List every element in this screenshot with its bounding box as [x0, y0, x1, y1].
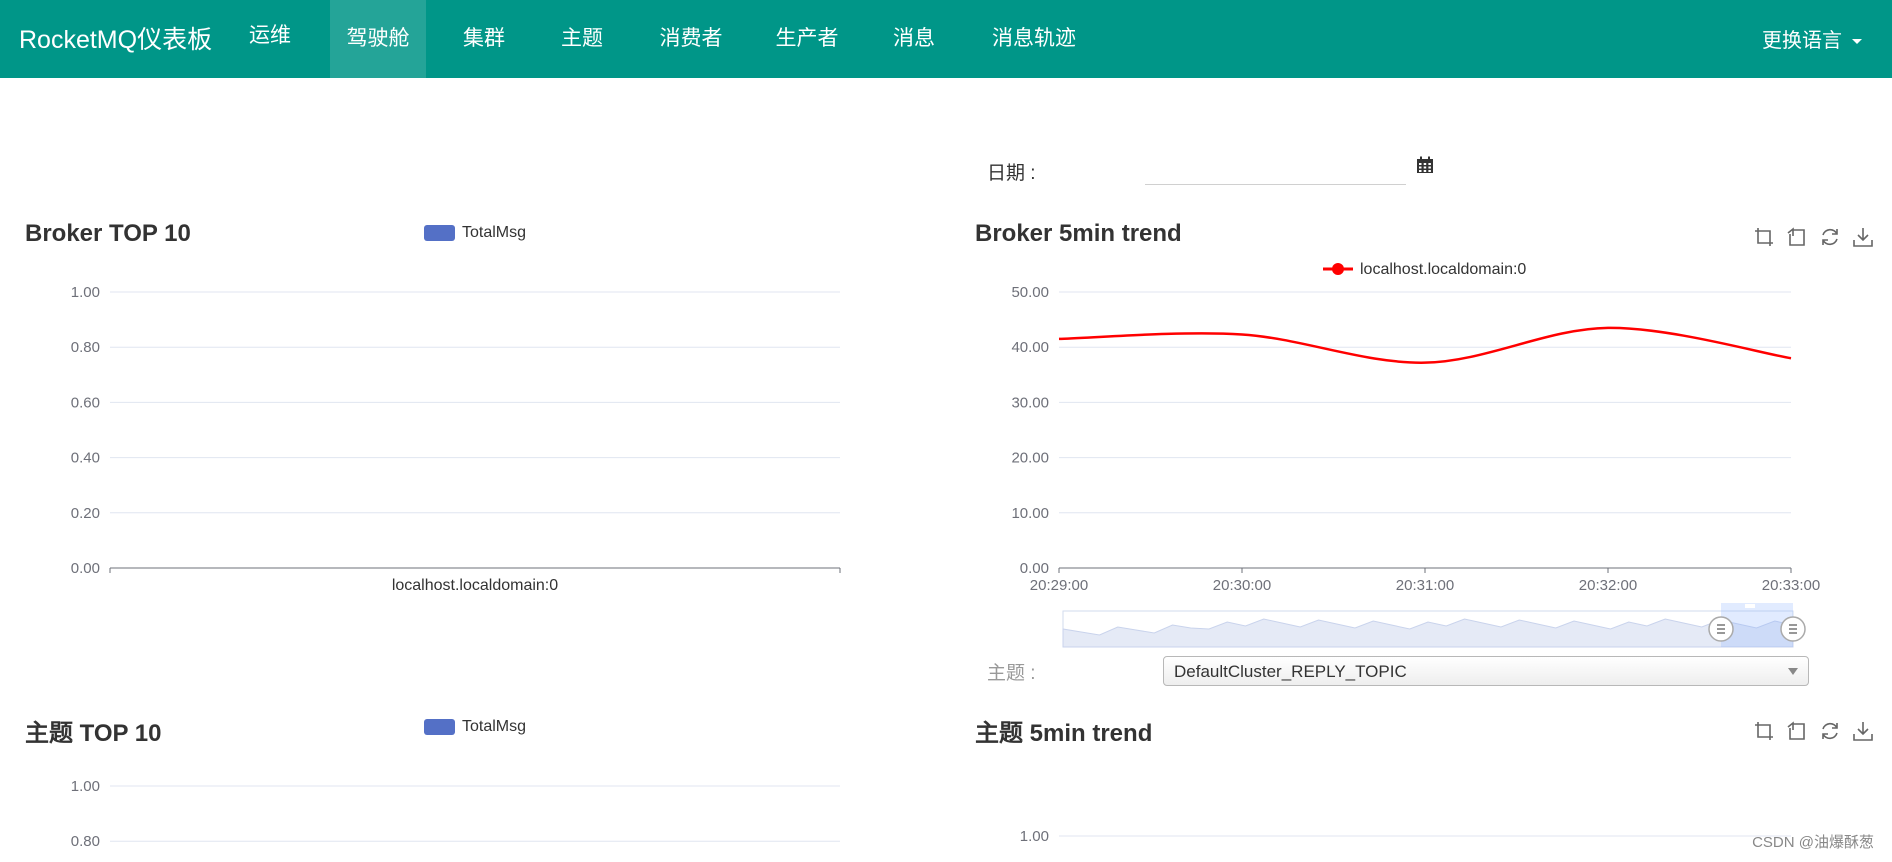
x-tick-label: 20:31:00 [1396, 577, 1454, 594]
save-image-icon[interactable] [1852, 720, 1874, 742]
language-label: 更换语言 [1762, 30, 1842, 52]
topic-trend-toolbox [1742, 720, 1874, 742]
legend-swatch [424, 719, 455, 735]
x-tick-label: localhost.localdomain:0 [392, 577, 558, 594]
y-tick-label: 0.80 [71, 339, 100, 356]
y-tick-label: 30.00 [1011, 394, 1049, 411]
top-navbar: RocketMQ仪表板 运维 驾驶舱 集群 主题 消费者 生产者 消息 消息轨迹… [0, 0, 1892, 78]
save-image-icon[interactable] [1852, 226, 1874, 248]
zoom-reset-icon[interactable] [1786, 720, 1808, 742]
watermark: CSDN @油爆酥葱 [1752, 834, 1874, 851]
legend-swatch [424, 225, 455, 241]
broker-top10-legend[interactable]: TotalMsg [424, 224, 526, 242]
x-tick-label: 20:30:00 [1213, 577, 1271, 594]
zoom-icon[interactable] [1753, 226, 1775, 248]
chevron-down-icon [1788, 668, 1798, 675]
broker-trend-chart[interactable]: localhost.localdomain:0 0.00 10.00 20.00 30.… [945, 255, 1892, 653]
calendar-icon[interactable] [1416, 156, 1434, 174]
topic-select[interactable]: DefaultCluster_REPLY_TOPIC [1163, 656, 1809, 686]
nav-item-dashboard[interactable]: 驾驶舱 [330, 0, 426, 78]
restore-icon[interactable] [1819, 226, 1841, 248]
nav-item-topic[interactable]: 主题 [558, 0, 606, 78]
nav-item-ops[interactable]: 运维 [246, 0, 294, 78]
nav-item-message[interactable]: 消息 [890, 0, 938, 78]
y-tick-label: 1.00 [71, 778, 100, 795]
topic-top10-title: 主题 TOP 10 [25, 720, 162, 747]
legend-marker [1332, 263, 1344, 275]
topic-trend-chart: 1.00 [1020, 828, 1791, 845]
date-label: 日期 : [987, 163, 1036, 184]
zoom-icon[interactable] [1753, 720, 1775, 742]
nav-item-message-trace[interactable]: 消息轨迹 [988, 0, 1080, 78]
broker-top10-chart: 0.00 0.20 0.40 0.60 0.80 1.00 localhost.locald… [71, 284, 841, 594]
y-tick-label: 0.60 [71, 394, 100, 411]
y-tick-label: 0.20 [71, 505, 100, 522]
nav-item-cluster[interactable]: 集群 [460, 0, 508, 78]
topic-top10-legend[interactable]: TotalMsg [424, 718, 526, 736]
y-tick-label: 10.00 [1011, 505, 1049, 522]
topic-trend-title: 主题 5min trend [975, 720, 1153, 747]
datazoom-move-handle [1745, 604, 1755, 608]
series-line [1058, 326, 1792, 364]
y-tick-label: 1.00 [71, 284, 100, 301]
x-tick-label: 20:29:00 [1030, 577, 1088, 594]
y-tick-label: 20.00 [1011, 450, 1049, 467]
y-tick-label: 0.00 [71, 560, 100, 577]
restore-icon[interactable] [1819, 720, 1841, 742]
broker-trend-title: Broker 5min trend [975, 220, 1182, 247]
topic-top10-chart: 0.80 1.00 [71, 778, 840, 850]
y-tick-label: 0.80 [71, 833, 100, 850]
broker-top10-title: Broker TOP 10 [25, 220, 191, 247]
topic-select-value: DefaultCluster_REPLY_TOPIC [1174, 662, 1407, 681]
y-tick-label: 0.40 [71, 450, 100, 467]
legend-label: TotalMsg [462, 718, 527, 735]
x-tick-label: 20:32:00 [1579, 577, 1637, 594]
broker-trend-toolbox [1742, 226, 1874, 248]
y-tick-label: 1.00 [1020, 828, 1049, 845]
legend-label: TotalMsg [462, 224, 527, 241]
brand-title[interactable]: RocketMQ仪表板 [19, 20, 212, 56]
caret-down-icon [1852, 39, 1862, 45]
y-tick-label: 0.00 [1020, 560, 1049, 577]
language-dropdown[interactable]: 更换语言 [1762, 24, 1862, 53]
x-tick-label: 20:33:00 [1762, 577, 1820, 594]
nav-item-consumer[interactable]: 消费者 [656, 0, 726, 78]
zoom-reset-icon[interactable] [1786, 226, 1808, 248]
nav-item-producer[interactable]: 生产者 [772, 0, 842, 78]
y-tick-label: 50.00 [1011, 284, 1049, 301]
legend-label: localhost.localdomain:0 [1360, 261, 1526, 278]
topic-label: 主题 : [987, 663, 1036, 684]
y-tick-label: 40.00 [1011, 339, 1049, 356]
date-input[interactable] [1145, 152, 1406, 185]
